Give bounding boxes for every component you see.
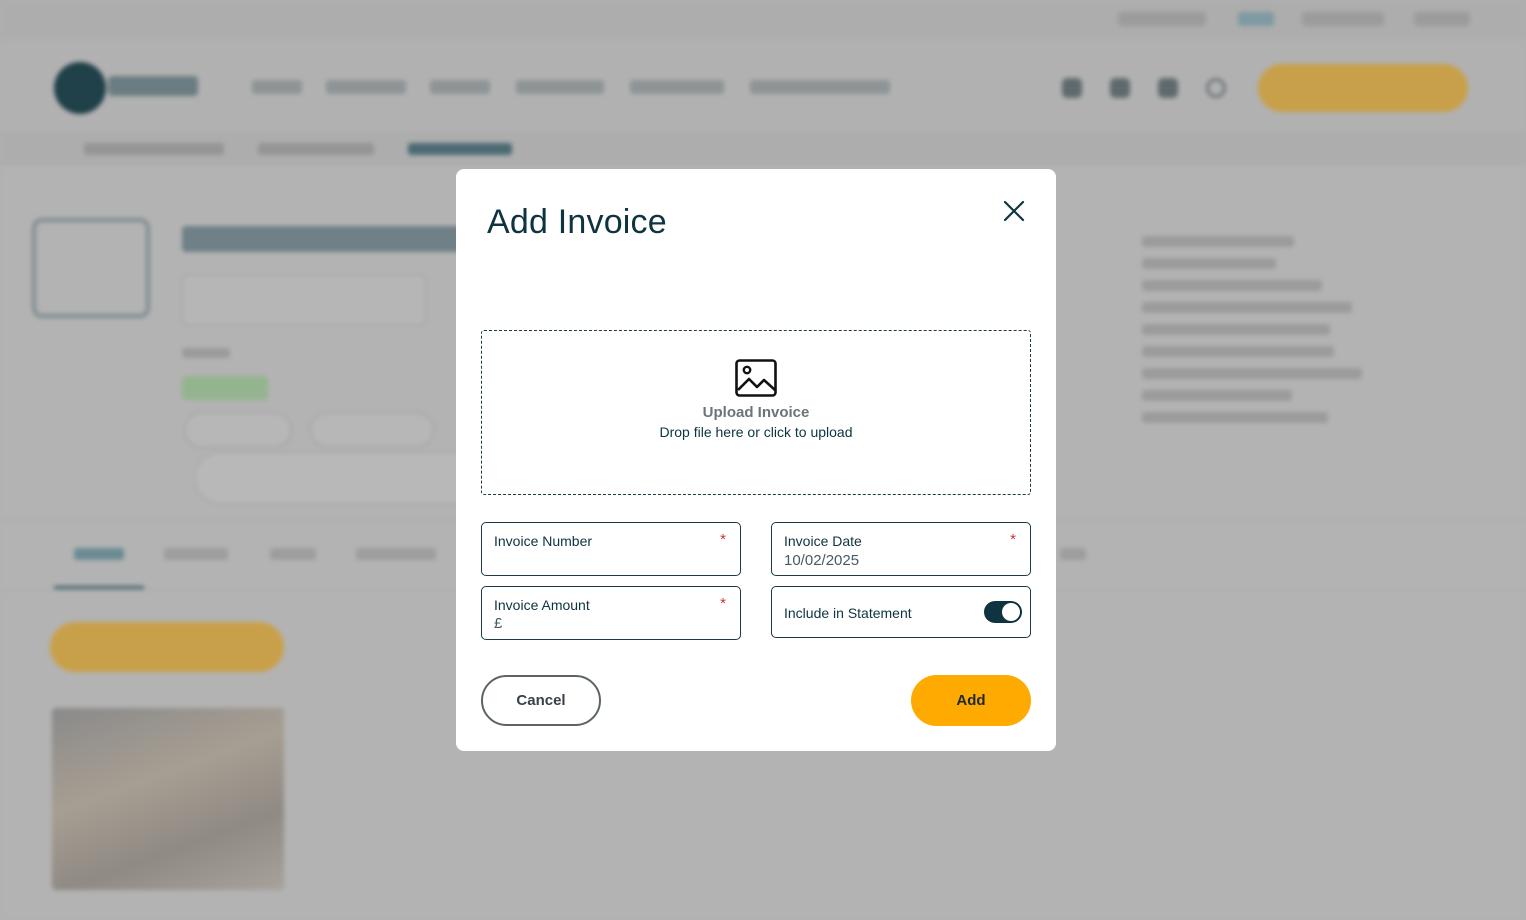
invoice-number-field: Invoice Number * [481, 522, 741, 576]
invoice-number-input[interactable] [494, 550, 730, 570]
modal-title: Add Invoice [487, 203, 667, 241]
nav-item [430, 80, 490, 94]
tab [270, 548, 316, 560]
invoice-amount-label: Invoice Amount [494, 597, 590, 613]
info-line [1142, 280, 1322, 291]
required-marker: * [720, 531, 726, 548]
info-line [1142, 302, 1352, 313]
add-invoice-modal: Add Invoice Upload Invoice Drop file her… [456, 169, 1056, 751]
nav-item [252, 80, 302, 94]
tab [164, 548, 228, 560]
upload-photos-button [50, 622, 284, 672]
nav-item [630, 80, 724, 94]
status-badge [182, 376, 268, 400]
close-button[interactable] [1000, 197, 1028, 225]
breadcrumb-item [408, 143, 512, 155]
logo-wordmark [108, 76, 198, 96]
nav-item [750, 80, 890, 94]
utility-bar [0, 0, 1526, 40]
info-line [1142, 236, 1294, 247]
toggle-knob [1002, 603, 1020, 621]
invoice-date-input[interactable] [784, 550, 1020, 570]
nav-icon [1110, 78, 1130, 98]
breadcrumb-item [84, 143, 224, 155]
tab [356, 548, 436, 560]
info-line [1142, 324, 1330, 335]
meta-text [182, 348, 230, 358]
upload-title: Upload Invoice [702, 404, 810, 421]
nav-icon [1062, 78, 1082, 98]
currency-prefix: £ [494, 615, 503, 632]
modal-subtitle [487, 247, 757, 263]
breadcrumb-item [258, 143, 374, 155]
property-icon [32, 218, 150, 318]
invoice-date-label: Invoice Date [784, 533, 862, 549]
invoice-upload-dropzone[interactable]: Upload Invoice Drop file here or click t… [481, 330, 1031, 495]
image-icon [735, 359, 777, 397]
nav-item [326, 80, 406, 94]
tab-underline [54, 586, 144, 589]
logo [54, 62, 106, 114]
invoice-number-label: Invoice Number [494, 533, 593, 549]
utility-link [1414, 12, 1470, 26]
info-line [1142, 346, 1334, 357]
cancel-button[interactable]: Cancel [481, 675, 601, 726]
notification-icon [1158, 78, 1178, 98]
required-marker: * [1010, 531, 1016, 548]
include-in-statement-toggle[interactable] [984, 601, 1022, 623]
job-status-select [182, 274, 426, 326]
info-line [1142, 258, 1276, 269]
property-title [182, 226, 482, 252]
include-in-statement-label: Include in Statement [784, 605, 912, 621]
sign-out-button [310, 412, 434, 448]
invoice-amount-input[interactable] [508, 614, 730, 634]
tab [1060, 548, 1086, 560]
utility-link [1118, 12, 1206, 26]
close-icon [1003, 200, 1025, 222]
include-in-statement-field: Include in Statement [771, 586, 1031, 638]
info-line [1142, 368, 1362, 379]
search-icon [1206, 78, 1226, 98]
invoice-amount-field: Invoice Amount * £ [481, 586, 741, 640]
info-line [1142, 412, 1328, 423]
add-button[interactable]: Add [911, 675, 1031, 726]
my-account-button [1258, 64, 1468, 112]
add-note-button [194, 452, 494, 504]
nav-item [516, 80, 604, 94]
required-marker: * [720, 595, 726, 612]
invoice-date-field: Invoice Date * [771, 522, 1031, 576]
utility-link [1302, 12, 1384, 26]
sign-in-button [184, 412, 292, 448]
utility-link [1238, 12, 1274, 26]
breadcrumb [0, 134, 1526, 166]
tab [74, 548, 124, 560]
info-line [1142, 390, 1292, 401]
upload-hint: Drop file here or click to upload [659, 424, 853, 440]
photo-thumbnail [52, 708, 284, 890]
